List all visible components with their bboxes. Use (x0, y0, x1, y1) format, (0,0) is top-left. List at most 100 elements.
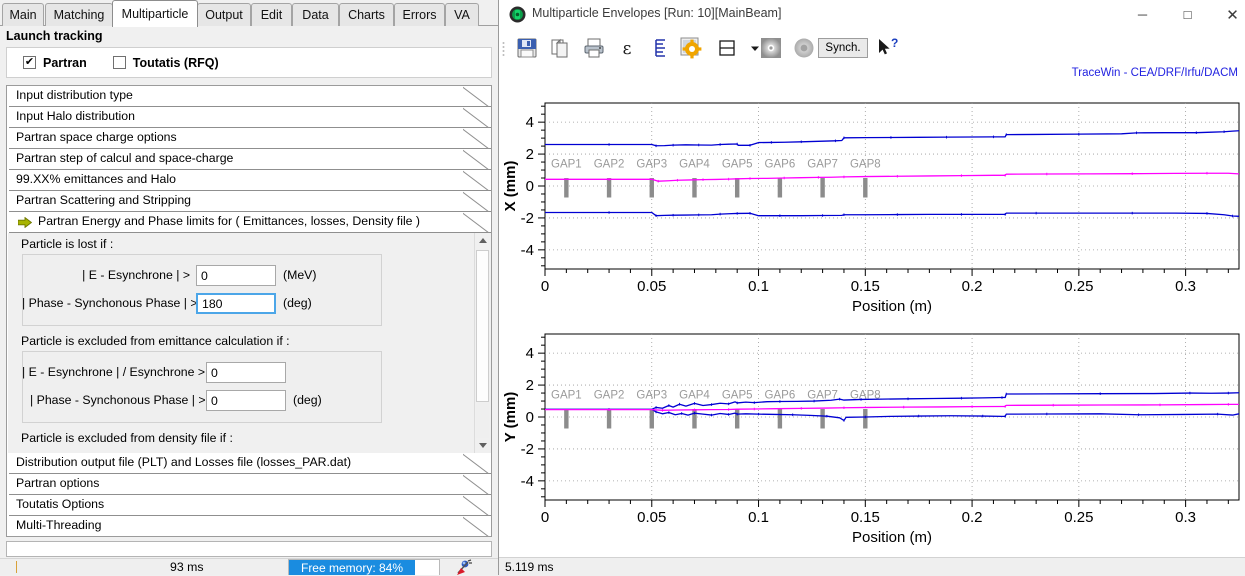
energy-ratio-exclude-input[interactable] (206, 362, 286, 383)
y-tick-label: -2 (521, 441, 534, 458)
split-panes-icon[interactable] (713, 34, 741, 62)
gap-label: GAP4 (679, 159, 710, 171)
scroll-up-button[interactable] (475, 233, 490, 248)
gap-marker (863, 178, 868, 198)
free-memory-fill: Free memory: 84% (289, 560, 415, 575)
settings-gear-icon[interactable] (677, 34, 705, 62)
tracewin-main-panel: Main Matching Multiparticle Output Edit Data C… (0, 0, 498, 575)
accordion-header[interactable]: Partran space charge options (7, 128, 491, 149)
scale-ruler-icon[interactable] (645, 34, 673, 62)
launch-tracking-options: ✔ Partran Toutatis (RFQ) (6, 47, 492, 78)
y-envelope-chart[interactable]: 0 0.05 0.1 0.15 0.2 0.25 0.3 -4 -2 0 2 4 GAP1 GAP2 GAP… (499, 312, 1245, 557)
scrollbar-thumb[interactable] (476, 250, 489, 402)
elapsed-time-label: 93 ms (170, 560, 204, 574)
tab-va[interactable]: VA (445, 3, 479, 26)
accordion-header[interactable]: Partran step of calcul and space-charge (7, 149, 491, 170)
scroll-down-button[interactable] (475, 438, 490, 453)
save-icon[interactable] (513, 34, 541, 62)
accordion-header[interactable]: Toutatis Options (7, 495, 491, 516)
chart-toolbar: Synch. ε? (499, 29, 1245, 68)
toolbar-grab-handle[interactable] (502, 41, 507, 56)
form-scrollbar[interactable] (474, 233, 490, 453)
svg-text:ε: ε (623, 39, 632, 59)
accordion-header[interactable]: Distribution output file (PLT) and Losse… (7, 453, 491, 474)
bug-icon[interactable] (452, 559, 474, 575)
gap-label: GAP2 (594, 159, 625, 171)
tab-matching[interactable]: Matching (45, 3, 113, 26)
tab-label: VA (454, 8, 470, 22)
density-plot-icon[interactable] (757, 34, 785, 62)
density-plot-disabled-icon[interactable] (790, 34, 818, 62)
accordion-header-label: Partran Energy and Phase limits for ( Em… (38, 214, 421, 228)
tab-charts[interactable]: Charts (339, 3, 394, 26)
accordion-header[interactable]: Multi-Threading (7, 516, 491, 536)
settings-accordion: Input distribution type Input Halo distri… (6, 85, 492, 537)
accordion-header[interactable]: Partran Energy and Phase limits for ( Em… (7, 212, 491, 233)
accordion-header[interactable]: Input distribution type (7, 86, 491, 107)
phase-limit-lost-input[interactable] (196, 293, 276, 314)
tab-label: Data (302, 8, 329, 22)
energy-limit-lost-input[interactable] (196, 265, 276, 286)
accordion-header-label: Partran Scattering and Stripping (16, 193, 191, 207)
gap-marker (820, 409, 825, 429)
accordion-header[interactable]: Partran Scattering and Stripping (7, 191, 491, 212)
x-tick-label: 0.3 (1175, 278, 1196, 295)
synch-button[interactable]: Synch. (818, 38, 868, 58)
accordion-notch (463, 107, 491, 128)
gap-marker (649, 178, 654, 198)
maximize-button[interactable]: □ (1165, 0, 1210, 29)
maximize-button-glyph: □ (1183, 7, 1192, 22)
tab-edit[interactable]: Edit (251, 3, 292, 26)
gap-label: GAP4 (679, 390, 710, 402)
x-envelope-chart[interactable]: 0 0.05 0.1 0.15 0.2 0.25 0.3 -4 -2 0 2 4 GAP1 GAP2 GAP… (499, 81, 1245, 326)
close-button-glyph: ✕ (1226, 6, 1239, 24)
text-caret (16, 561, 17, 573)
tab-output[interactable]: Output (197, 3, 251, 26)
gap-label: GAP1 (551, 390, 582, 402)
tab-label: Main (9, 8, 37, 22)
x-tick-label: 0.05 (637, 278, 666, 295)
checkbox-partran[interactable]: ✔ (23, 56, 36, 69)
checkbox-toutatis-label: Toutatis (RFQ) (132, 55, 219, 70)
scrollbar-track[interactable] (476, 403, 489, 439)
y-tick-label: 0 (526, 178, 534, 195)
free-memory-bar[interactable]: Free memory: 84% (288, 559, 440, 575)
phase-exclude-input[interactable] (206, 390, 286, 411)
checkbox-toutatis[interactable] (112, 56, 126, 69)
field-label: | Phase - Synchonous Phase | > (22, 296, 198, 310)
x-tick-label: 0.05 (637, 509, 666, 526)
tab-multiparticle[interactable]: Multiparticle (112, 0, 198, 27)
checkbox-partran-mark: ✔ (24, 56, 35, 68)
help-cursor-icon[interactable]: ? (872, 34, 900, 62)
accordion-header[interactable]: Partran options (7, 474, 491, 495)
accordion-header[interactable]: Input Halo distribution (7, 107, 491, 128)
x-tick-label: 0.2 (962, 278, 983, 295)
gap-label: GAP3 (636, 390, 667, 402)
gap-label: GAP2 (594, 390, 625, 402)
accordion-notch (463, 453, 491, 474)
tab-errors[interactable]: Errors (394, 3, 445, 26)
tab-label: Output (205, 8, 243, 22)
accordion-header[interactable]: 99.XX% emittances and Halo (7, 170, 491, 191)
x-tick-label: 0.3 (1175, 509, 1196, 526)
field-unit: (deg) (283, 296, 312, 310)
page-title: Launch tracking (6, 29, 103, 43)
tab-main[interactable]: Main (2, 3, 44, 26)
tab-label: Errors (402, 8, 437, 22)
gap-marker (606, 409, 612, 429)
copy-icon[interactable] (547, 34, 575, 62)
minimize-button[interactable]: ─ (1120, 0, 1165, 29)
window-title: Multiparticle Envelopes [Run: 10][MainBe… (532, 6, 782, 20)
gap-marker (777, 409, 783, 429)
y-tick-label: -4 (521, 473, 534, 490)
gap-label: GAP7 (807, 159, 838, 171)
emittance-icon[interactable]: ε (613, 34, 641, 62)
y-tick-label: 2 (526, 146, 534, 163)
gap-marker (606, 178, 612, 198)
x-tick-label: 0.25 (1064, 509, 1093, 526)
envelopes-window: Multiparticle Envelopes [Run: 10][MainBe… (498, 0, 1245, 576)
print-icon[interactable] (580, 34, 608, 62)
tab-data[interactable]: Data (292, 3, 339, 26)
gap-marker (734, 178, 740, 198)
close-button[interactable]: ✕ (1210, 0, 1245, 29)
